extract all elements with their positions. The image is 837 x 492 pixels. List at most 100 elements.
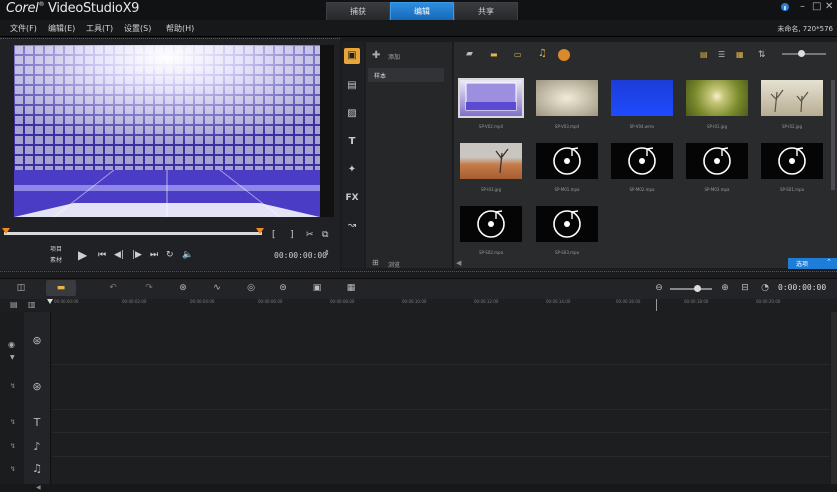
timeline-ruler[interactable]: [52, 299, 837, 311]
audio-thumbnail[interactable]: [536, 206, 598, 242]
voice-track-toggle-icon[interactable]: ↯: [10, 442, 16, 450]
menu-file[interactable]: 文件(F): [10, 23, 37, 34]
end-icon[interactable]: ⏭: [150, 250, 158, 260]
zoom-knob[interactable]: [694, 285, 701, 292]
library-scrollbar[interactable]: [831, 80, 835, 190]
redo-icon[interactable]: ↷: [142, 282, 156, 294]
add-folder-icon[interactable]: ✚: [372, 50, 380, 61]
subtitle-editor-icon[interactable]: ▣: [310, 282, 324, 294]
browse-label[interactable]: 浏览: [388, 260, 400, 269]
transition-icon[interactable]: ▨: [344, 106, 360, 122]
preview-window[interactable]: [14, 45, 320, 217]
media-icon[interactable]: ▣: [344, 48, 360, 64]
title-track-icon[interactable]: T: [28, 414, 46, 432]
filter-fx-icon[interactable]: FX: [344, 190, 360, 206]
trim-end-marker[interactable]: [256, 228, 264, 234]
timeline-grip[interactable]: [0, 271, 837, 277]
folder-icon[interactable]: ▰: [466, 49, 473, 59]
audio-thumbnail[interactable]: [686, 143, 748, 179]
repeat-icon[interactable]: ↻: [166, 250, 174, 260]
mark-in-icon[interactable]: [: [272, 230, 276, 240]
player-timecode[interactable]: 00:00:00:00: [274, 251, 327, 260]
menu-settings[interactable]: 设置(S): [124, 23, 151, 34]
mark-out-icon[interactable]: ]: [290, 230, 294, 240]
undo-icon[interactable]: ↶: [106, 282, 120, 294]
menu-tools[interactable]: 工具(T): [86, 23, 113, 34]
title-track-toggle-icon[interactable]: ↯: [10, 418, 16, 426]
multi-camera-icon[interactable]: ▦: [344, 282, 358, 294]
video-track-toggle-icon[interactable]: ◉: [8, 340, 15, 349]
next-frame-icon[interactable]: |▶: [132, 250, 142, 260]
instant-project-icon[interactable]: ▤: [344, 78, 360, 94]
list-view-icon[interactable]: ▤: [700, 50, 708, 59]
trim-start-marker[interactable]: [2, 228, 10, 234]
auto-music-icon[interactable]: ◎: [244, 282, 258, 294]
timeline-h-scrollbar[interactable]: [0, 484, 837, 492]
track-area[interactable]: [52, 312, 830, 484]
sound-mixer-icon[interactable]: ∿: [210, 282, 224, 294]
storyboard-view-icon[interactable]: ◫: [14, 282, 28, 294]
music-track-toggle-icon[interactable]: ↯: [10, 465, 16, 473]
prev-frame-icon[interactable]: ◀|: [114, 250, 124, 260]
timeline-timecode[interactable]: 0:00:00:00: [778, 283, 826, 292]
tab-capture[interactable]: 捕获: [326, 2, 390, 21]
graphic-icon[interactable]: ✦: [344, 162, 360, 178]
thumbnail-view-icon[interactable]: ▦: [736, 50, 744, 59]
overlay-track-toggle-icon[interactable]: ↯: [10, 382, 16, 390]
track-expand-icon[interactable]: ▼: [10, 354, 15, 361]
mode-project[interactable]: 项目: [50, 244, 62, 253]
audio-thumbnail[interactable]: [761, 143, 823, 179]
tab-edit[interactable]: 编辑: [390, 2, 454, 21]
thumbnail[interactable]: [536, 80, 598, 116]
close-icon[interactable]: ✕: [825, 1, 833, 12]
maximize-icon[interactable]: □: [812, 1, 821, 12]
menu-edit[interactable]: 编辑(E): [48, 23, 75, 34]
audio-thumbnail[interactable]: [611, 143, 673, 179]
expand-up-icon[interactable]: ⌃: [826, 258, 832, 266]
online-media-icon[interactable]: [558, 49, 570, 61]
zoom-slider[interactable]: [670, 288, 712, 290]
chapter-point-icon[interactable]: ▥: [28, 300, 36, 309]
browse-icon[interactable]: ⊞: [372, 258, 379, 267]
overlay-track-icon[interactable]: ⊛: [28, 378, 46, 396]
show-video-icon[interactable]: ▬: [490, 50, 498, 59]
info-icon[interactable]: [780, 2, 790, 15]
zoom-in-icon[interactable]: ⊕: [718, 282, 732, 294]
home-icon[interactable]: ⏮: [98, 250, 106, 260]
scroll-left-icon[interactable]: ◀: [36, 484, 41, 491]
mode-clip[interactable]: 素材: [50, 255, 62, 264]
enlarge-icon[interactable]: ⧉: [322, 230, 328, 240]
zoom-out-icon[interactable]: ⊖: [652, 282, 666, 294]
motion-tracking-icon[interactable]: ⊜: [276, 282, 290, 294]
audio-thumbnail[interactable]: [536, 143, 598, 179]
project-duration-icon[interactable]: ◔: [758, 282, 772, 294]
timeline-v-scrollbar[interactable]: [831, 312, 837, 484]
path-icon[interactable]: ↝: [344, 218, 360, 234]
record-capture-icon[interactable]: ⊛: [176, 282, 190, 294]
details-view-icon[interactable]: ☰: [718, 50, 725, 59]
volume-icon[interactable]: 🔈: [182, 250, 193, 260]
audio-thumbnail[interactable]: [460, 206, 522, 242]
minimize-icon[interactable]: –: [800, 1, 805, 12]
panel-grip[interactable]: [0, 38, 340, 43]
thumbnail[interactable]: [761, 80, 823, 116]
voice-track-icon[interactable]: ♪: [28, 438, 46, 456]
split-icon[interactable]: ✂: [306, 230, 314, 240]
title-icon[interactable]: T: [344, 134, 360, 150]
thumb-size-knob[interactable]: [798, 50, 805, 57]
play-icon[interactable]: ▶: [78, 248, 87, 262]
collapse-left-icon[interactable]: ◀: [456, 259, 461, 267]
sort-icon[interactable]: ⇅: [758, 50, 766, 60]
tab-share[interactable]: 共享: [454, 2, 518, 21]
fit-project-icon[interactable]: ⊟: [738, 282, 752, 294]
menu-help[interactable]: 帮助(H): [166, 23, 194, 34]
thumbnail[interactable]: [611, 80, 673, 116]
add-folder-label[interactable]: 添加: [388, 52, 400, 61]
video-track-icon[interactable]: ⊛: [28, 332, 46, 350]
show-photo-icon[interactable]: ▭: [514, 50, 522, 59]
scrubber-bar[interactable]: [4, 232, 262, 235]
thumbnail[interactable]: [458, 78, 524, 118]
thumbnail[interactable]: [460, 143, 522, 179]
playhead-marker[interactable]: [47, 299, 53, 304]
timecode-stepper-icon[interactable]: ⇕: [324, 249, 330, 257]
